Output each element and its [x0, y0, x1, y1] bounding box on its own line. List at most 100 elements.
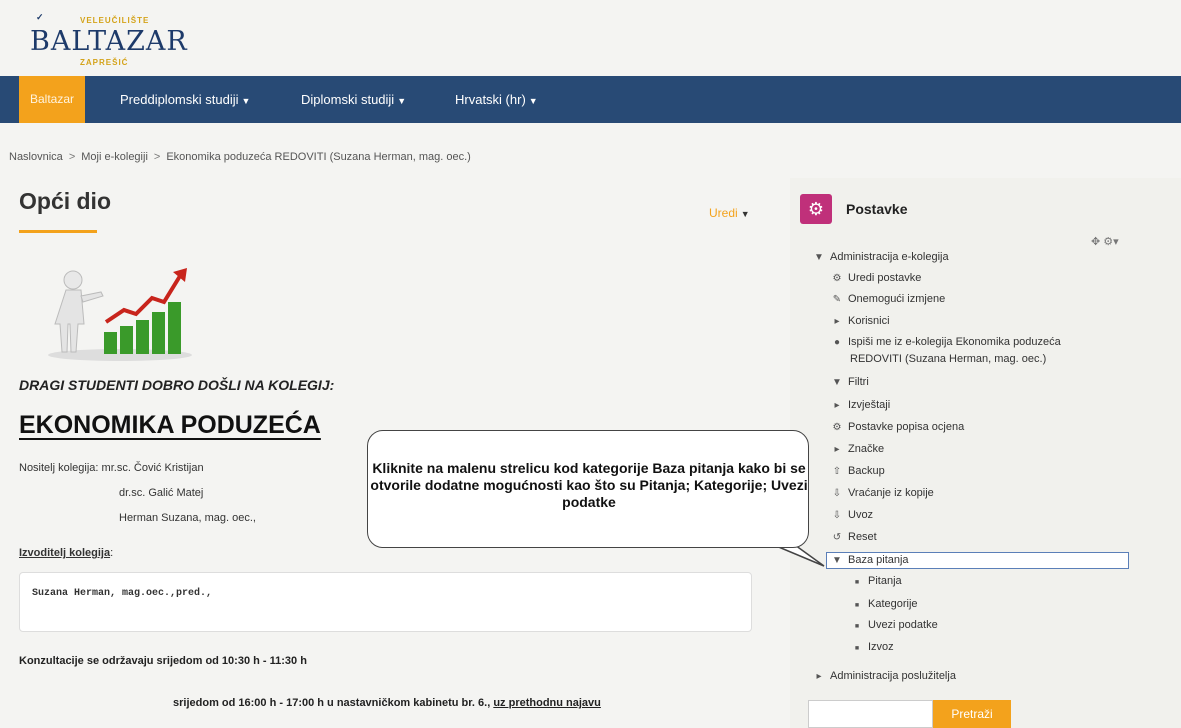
breadcrumb-separator: >	[153, 151, 161, 163]
tree-admin-server[interactable]: ▸ Administracija poslužitelja	[812, 669, 956, 684]
tree-item-label: Izvoz	[868, 641, 894, 653]
breadcrumb: Naslovnica > Moji e-kolegiji > Ekonomika pod…	[9, 151, 471, 163]
gear-icon: ⚙	[832, 422, 842, 433]
block-actions-icon[interactable]: ✥ ⚙▾	[1091, 235, 1119, 248]
prior-notice-link[interactable]: uz prethodnu najavu	[493, 697, 601, 709]
tree-item-label: Reset	[848, 531, 877, 543]
tree-item-import-data[interactable]: ■ Uvezi podatke	[850, 618, 938, 634]
course-title: EKONOMIKA PODUZEĆA	[19, 411, 321, 439]
settings-block-icon: ⚙	[800, 194, 832, 224]
instruction-callout: Kliknite na malenu strelicu kod kategori…	[367, 430, 809, 548]
download-icon: ⇩	[832, 510, 842, 521]
bullet-icon: ■	[854, 623, 860, 630]
logo-top-text: VELEUČILIŠTE	[80, 16, 150, 25]
course-holder: Nositelj kolegija: mr.sc. Čović Kristija…	[19, 462, 204, 474]
tree-item-label: Kategorije	[868, 598, 918, 610]
search-button[interactable]: Pretraži	[933, 700, 1011, 728]
nav-language-label: Hrvatski (hr)	[455, 92, 526, 107]
search-input[interactable]	[808, 700, 933, 728]
tree-item-label: Značke	[848, 443, 885, 455]
logo-mark: ✓	[36, 12, 44, 22]
tree-item-label: Filtri	[848, 376, 869, 388]
tree-item-edit-settings[interactable]: ⚙ Uredi postavke	[830, 271, 922, 286]
tree-item-filters[interactable]: ▼ Filtri	[830, 375, 869, 390]
welcome-text: DRAGI STUDENTI DOBRO DOŠLI NA KOLEGIJ:	[19, 377, 335, 393]
tree-item-reports[interactable]: ▸ Izvještaji	[830, 398, 890, 413]
tree-item-turn-editing-off[interactable]: ✎ Onemogući izmjene	[830, 292, 945, 307]
tree-item-label: Vraćanje iz kopije	[848, 487, 934, 499]
tree-item-label: Onemogući izmjene	[848, 293, 946, 305]
breadcrumb-home[interactable]: Naslovnica	[9, 151, 63, 163]
tree-item-restore[interactable]: ⇩ Vraćanje iz kopije	[830, 486, 934, 501]
lecturer-label-text: Izvoditelj kolegija	[19, 547, 111, 559]
tree-item-badges[interactable]: ▸ Značke	[830, 442, 884, 457]
tree-item-unenrol[interactable]: ● Ispiši me iz e-kolegija Ekonomika poduz…	[830, 335, 1061, 350]
tree-item-label: Izvještaji	[848, 399, 891, 411]
nav-undergraduate[interactable]: Preddiplomski studiji ▼	[120, 76, 250, 123]
section-title: Opći dio	[19, 188, 111, 214]
course-lecturer-label: Izvoditelj kolegija:	[19, 547, 113, 559]
tree-item-unenrol-line2: REDOVITI (Suzana Herman, mag. oec.)	[850, 353, 1047, 365]
tree-item-label: Ispiši me iz e-kolegija Ekonomika poduze…	[848, 336, 1061, 348]
bullet-icon: ■	[854, 602, 860, 609]
logo-sub-text: ZAPREŠIĆ	[80, 58, 129, 67]
tree-item-export[interactable]: ■ Izvoz	[850, 640, 894, 656]
tree-item-questions[interactable]: ■ Pitanja	[850, 574, 902, 590]
tree-item-label: Uredi postavke	[848, 272, 922, 284]
nav-graduate[interactable]: Diplomski studiji ▼	[301, 76, 406, 123]
logo-name: BALTAZAR	[30, 26, 188, 57]
bullet-icon: ■	[854, 645, 860, 652]
collapsed-arrow-icon: ▸	[834, 400, 840, 411]
tree-item-question-bank[interactable]: ▼ Baza pitanja	[830, 553, 909, 568]
upload-icon: ⇧	[832, 466, 842, 477]
expanded-arrow-icon: ▼	[814, 252, 824, 263]
gear-icon: ⚙	[832, 273, 842, 284]
tree-item-label: Uvoz	[848, 509, 874, 521]
callout-text: Kliknite na malenu strelicu kod kategori…	[370, 460, 808, 510]
chevron-down-icon: ▼	[241, 96, 251, 106]
user-icon: ●	[833, 337, 841, 348]
edit-menu-label: Uredi	[709, 206, 738, 220]
breadcrumb-separator: >	[68, 151, 76, 163]
collapsed-arrow-icon: ▸	[834, 316, 840, 327]
tree-admin-server-label: Administracija poslužitelja	[830, 670, 956, 682]
pencil-icon: ✎	[832, 294, 842, 305]
nav-home[interactable]: Baltazar	[19, 76, 85, 123]
tree-item-users[interactable]: ▸ Korisnici	[830, 314, 890, 329]
chevron-down-icon: ▼	[740, 209, 750, 219]
tree-item-label: Pitanja	[868, 575, 902, 587]
nav-home-label: Baltazar	[29, 92, 75, 106]
nav-undergraduate-label: Preddiplomski studiji	[120, 92, 239, 107]
settings-block-title: Postavke	[846, 201, 908, 217]
tree-item-categories[interactable]: ■ Kategorije	[850, 597, 918, 613]
consultations-text-2: srijedom od 16:00 h - 17:00 h u nastavni…	[173, 697, 601, 709]
nav-graduate-label: Diplomski studiji	[301, 92, 395, 107]
tree-item-label: Postavke popisa ocjena	[848, 421, 965, 433]
title-underline	[19, 230, 97, 233]
consultations-text-2-main: srijedom od 16:00 h - 17:00 h u nastavni…	[173, 697, 494, 709]
course-holder-2: dr.sc. Galić Matej	[119, 487, 204, 499]
edit-menu[interactable]: Uredi ▼	[709, 206, 750, 220]
tree-item-label: Korisnici	[848, 315, 890, 327]
site-logo[interactable]: ✓ VELEUČILIŠTE BALTAZAR ZAPREŠIĆ	[22, 6, 222, 68]
filter-icon: ▼	[832, 377, 842, 388]
chevron-down-icon: ▼	[397, 96, 407, 106]
breadcrumb-my-courses[interactable]: Moji e-kolegiji	[81, 151, 148, 163]
collapsed-arrow-icon: ▸	[834, 444, 840, 455]
breadcrumb-course[interactable]: Ekonomika poduzeća REDOVITI (Suzana Herm…	[166, 151, 470, 163]
tree-admin-course[interactable]: ▼ Administracija e-kolegija	[812, 250, 949, 265]
tree-item-backup[interactable]: ⇧ Backup	[830, 464, 885, 479]
tree-admin-course-label: Administracija e-kolegija	[830, 251, 949, 263]
lecturer-box: Suzana Herman, mag.oec.,pred.,	[19, 572, 752, 632]
bullet-icon: ■	[854, 579, 860, 586]
nav-language[interactable]: Hrvatski (hr) ▼	[455, 76, 538, 123]
download-icon: ⇩	[832, 488, 842, 499]
tree-item-label: Uvezi podatke	[868, 619, 938, 631]
tree-item-label: Backup	[848, 465, 885, 477]
lecturer-label-colon: :	[110, 547, 114, 559]
course-holder-3: Herman Suzana, mag. oec.,	[119, 512, 256, 524]
tree-item-import[interactable]: ⇩ Uvoz	[830, 508, 873, 523]
tree-item-gradebook-setup[interactable]: ⚙ Postavke popisa ocjena	[830, 420, 965, 435]
chevron-down-icon: ▼	[528, 96, 538, 106]
consultations-text: Konzultacije se održavaju srijedom od 10…	[19, 655, 307, 667]
